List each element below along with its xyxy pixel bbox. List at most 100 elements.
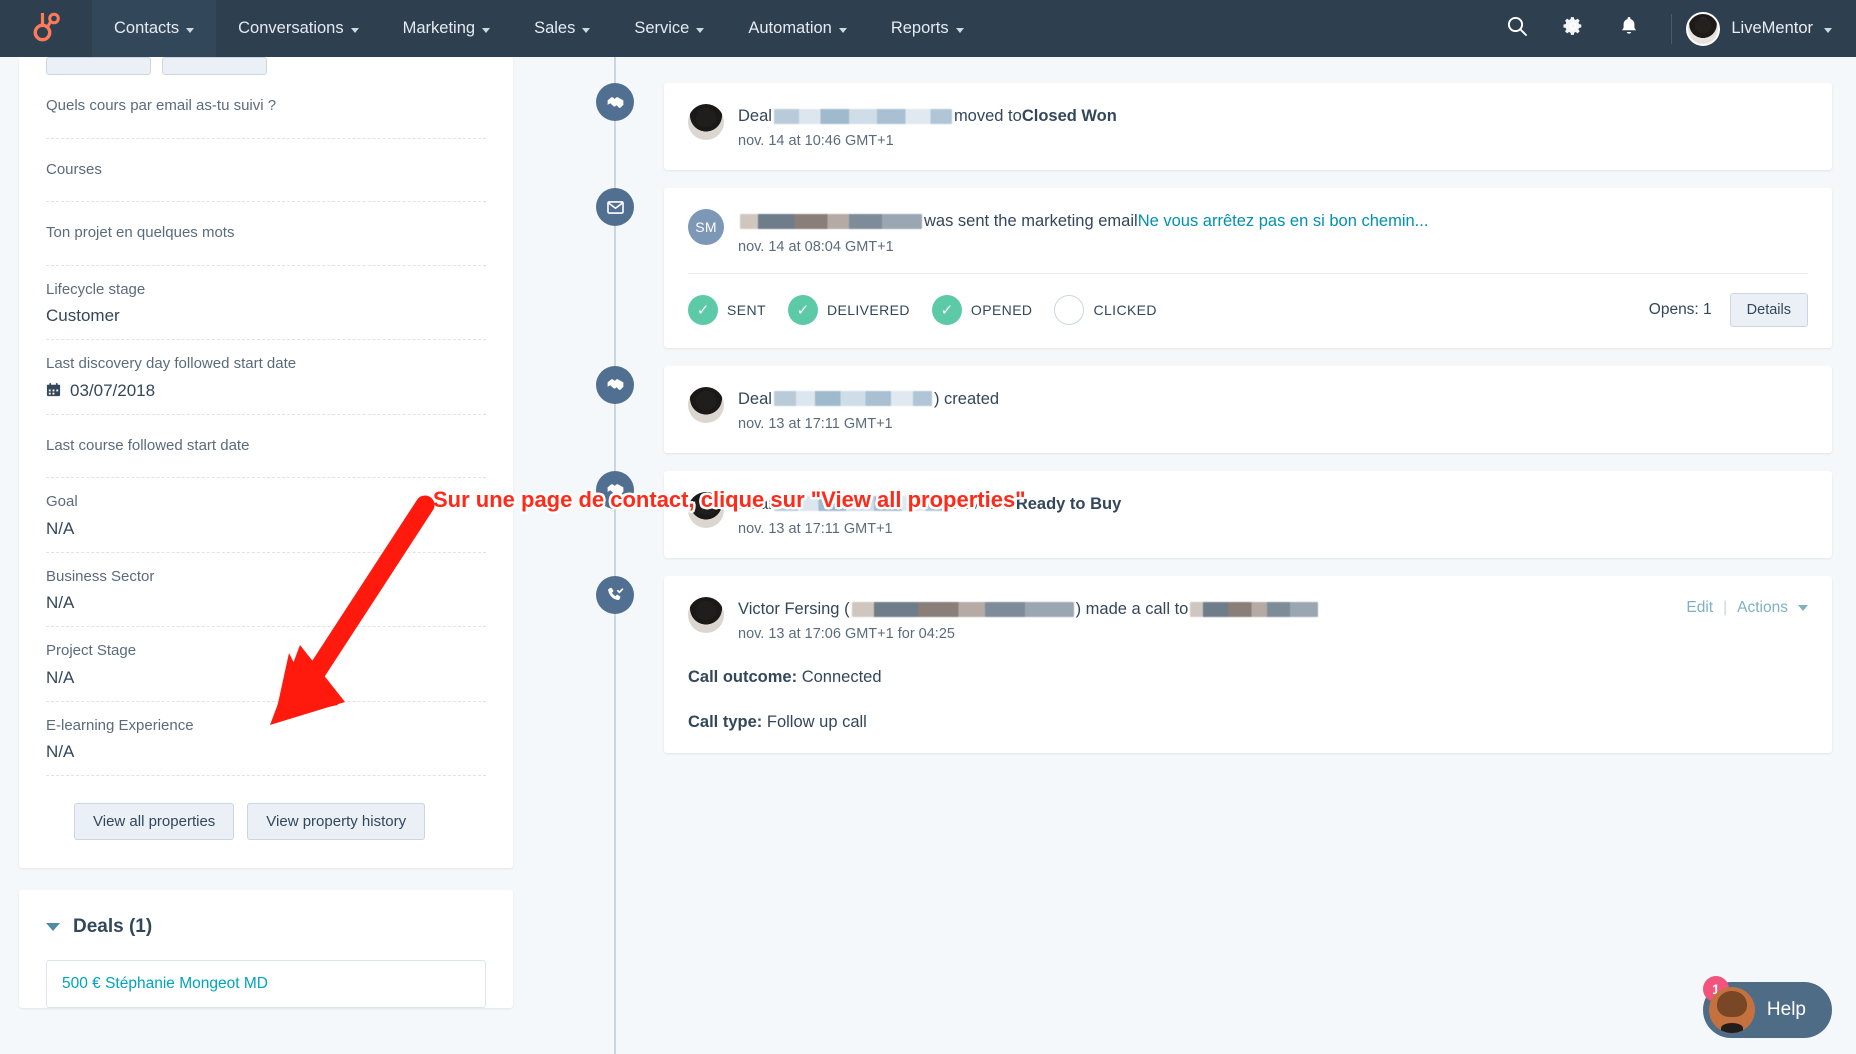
nav-item-label: Service [634, 19, 690, 37]
timeline-timestamp: nov. 13 at 17:11 GMT+1 [738, 415, 893, 432]
timeline-event-text: Deal ) created [738, 388, 1808, 410]
deal-list-item[interactable]: 500 € Stéphanie Mongeot MD [46, 960, 486, 1008]
nav-item-automation[interactable]: Automation [726, 0, 868, 57]
nav-item-label: Conversations [238, 19, 344, 37]
page-body: Quels cours par email as-tu suivi ? Cour… [0, 57, 1856, 1054]
event-suffix: ) created [933, 389, 1000, 408]
activity-timeline: Deal moved to Closed Won nov. 14 at 10:4… [530, 57, 1856, 1054]
timeline-event-text: Victor Fersing ( ) made a call to [738, 598, 1672, 620]
calendar-icon [46, 382, 61, 400]
property-row[interactable]: Business Sector N/A [46, 553, 486, 627]
avatar-initials: SM [688, 209, 724, 246]
search-button[interactable] [1489, 0, 1545, 57]
redacted-callee [1190, 601, 1319, 617]
property-value: N/A [46, 742, 75, 761]
property-row[interactable]: Last discovery day followed start date 0… [46, 340, 486, 415]
timeline-event: Victor Fersing ( ) made a call to nov. 1… [530, 576, 1832, 754]
timeline-card: Deal ) created nov. 13 at 17:11 GMT+1 [664, 365, 1832, 453]
event-suffix: moved to [947, 494, 1016, 513]
hubspot-logo-button[interactable] [0, 0, 92, 57]
timeline-card: Victor Fersing ( ) made a call to nov. 1… [664, 576, 1832, 754]
property-row[interactable]: Last course followed start date [46, 415, 486, 478]
account-menu[interactable]: LiveMentor [1686, 11, 1832, 46]
timeline-event: Deal moved to Ready to Buy nov. 13 at 17… [530, 470, 1832, 559]
redacted-deal-name [773, 108, 952, 124]
opens-count: Opens: 1 [1648, 300, 1712, 318]
check-icon: ✓ [787, 294, 818, 325]
property-row[interactable]: Goal N/A [46, 478, 486, 553]
timeline-timestamp: nov. 14 at 10:46 GMT+1 [738, 133, 894, 150]
property-value: N/A [46, 518, 75, 538]
timeline-event: SM was sent the marketing email Ne vous … [530, 188, 1832, 348]
property-label: Quels cours par email as-tu suivi ? [46, 97, 277, 114]
chip-redacted[interactable] [162, 57, 267, 75]
hubspot-sprocket-logo-icon [31, 10, 61, 47]
chip-redacted[interactable] [46, 57, 151, 75]
property-row[interactable]: E-learning Experience N/A [46, 702, 486, 776]
chevron-down-icon [186, 27, 195, 33]
phone-check-icon [596, 576, 634, 615]
marketing-email-link[interactable]: Ne vous arrêtez pas en si bon chemin... [1138, 210, 1429, 232]
nav-item-label: Reports [890, 19, 949, 37]
nav-item-conversations[interactable]: Conversations [216, 0, 380, 57]
empty-circle-icon [1054, 294, 1085, 325]
call-type-label: Call type: [688, 713, 763, 732]
timeline-card-body: Victor Fersing ( ) made a call to nov. 1… [738, 597, 1672, 642]
handshake-icon [596, 365, 634, 404]
timeline-card-body: Deal moved to Closed Won nov. 14 at 10:4… [738, 104, 1808, 149]
property-row[interactable]: Quels cours par email as-tu suivi ? [46, 75, 486, 139]
call-outcome-label: Call outcome: [688, 668, 798, 687]
view-all-properties-button[interactable]: View all properties [74, 803, 235, 840]
search-icon [1506, 15, 1528, 42]
settings-button[interactable] [1545, 0, 1601, 57]
event-prefix: Deal [738, 494, 772, 513]
avatar [688, 386, 724, 423]
property-chips-row [46, 57, 486, 75]
redacted-deal-name [773, 496, 946, 512]
timeline-card-row: SM was sent the marketing email Ne vous … [688, 209, 1808, 255]
chevron-down-icon [1824, 27, 1832, 33]
email-status-opened: ✓ OPENED [931, 294, 1033, 325]
nav-item-contacts[interactable]: Contacts [92, 0, 217, 57]
timeline-event-text: Deal moved to Closed Won [738, 105, 1808, 127]
timeline-timestamp: nov. 14 at 08:04 GMT+1 [738, 238, 894, 255]
view-property-history-button[interactable]: View property history [247, 803, 426, 840]
nav-item-label: Marketing [402, 19, 476, 37]
chevron-down-icon [838, 27, 847, 33]
property-row[interactable]: Lifecycle stage Customer [46, 266, 486, 340]
top-navigation-bar: Contacts Conversations Marketing Sales S… [0, 0, 1856, 57]
property-row[interactable]: Ton projet en quelques mots [46, 202, 486, 266]
property-row[interactable]: Project Stage N/A [46, 627, 486, 702]
property-value: Customer [46, 306, 120, 325]
timeline-card: Deal moved to Ready to Buy nov. 13 at 17… [664, 470, 1832, 559]
nav-item-sales[interactable]: Sales [512, 0, 612, 57]
deals-section-header[interactable]: Deals (1) [46, 916, 486, 938]
help-widget-button[interactable]: 1 Help [1702, 976, 1832, 1038]
property-label: Business Sector [46, 567, 155, 585]
check-icon: ✓ [688, 294, 718, 325]
actions-menu[interactable]: Actions [1737, 599, 1788, 617]
timeline-card-row: Deal ) created nov. 13 at 17:11 GMT+1 [688, 386, 1808, 432]
edit-link[interactable]: Edit [1686, 599, 1713, 617]
chevron-down-icon [696, 27, 705, 33]
property-value: N/A [46, 667, 75, 687]
gear-icon [1562, 15, 1584, 42]
nav-item-label: Automation [748, 19, 832, 37]
property-label: Lifecycle stage [46, 280, 146, 298]
event-suffix: ) made a call to [1075, 600, 1189, 619]
nav-item-reports[interactable]: Reports [869, 0, 986, 57]
help-agent-avatar [1708, 987, 1755, 1033]
notifications-button[interactable] [1601, 0, 1657, 57]
timeline-timestamp: nov. 13 at 17:06 GMT+1 for 04:25 [738, 626, 955, 643]
property-label: E-learning Experience [46, 716, 194, 734]
nav-item-service[interactable]: Service [612, 0, 726, 57]
email-details-button[interactable]: Details [1729, 292, 1808, 327]
timeline-event: Deal moved to Closed Won nov. 14 at 10:4… [530, 83, 1832, 171]
nav-item-label: Sales [534, 19, 576, 37]
timeline-event: Deal ) created nov. 13 at 17:11 GMT+1 [530, 365, 1832, 453]
property-label: Ton projet en quelques mots [46, 224, 235, 241]
handshake-icon [596, 83, 634, 121]
property-row[interactable]: Courses [46, 139, 486, 202]
timeline-card: SM was sent the marketing email Ne vous … [664, 188, 1832, 348]
nav-item-marketing[interactable]: Marketing [381, 0, 512, 57]
